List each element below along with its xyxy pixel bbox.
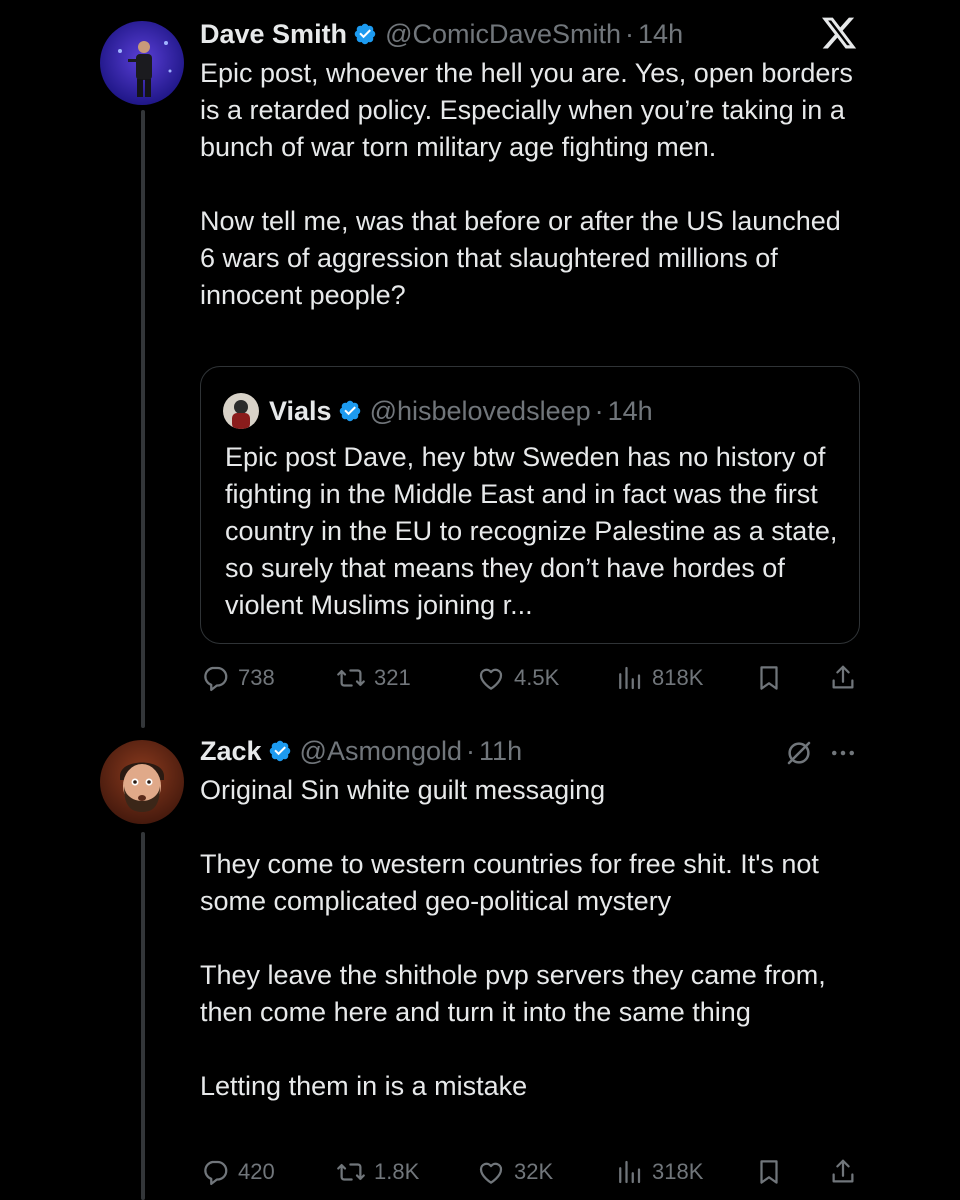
share-button[interactable] [828, 658, 858, 698]
avatar[interactable] [100, 21, 184, 105]
quote-text: Epic post Dave, hey btw Sweden has no hi… [225, 439, 845, 624]
tweet-text: Original Sin white guilt messaging They … [200, 772, 860, 1105]
separator-dot: · [466, 735, 476, 766]
verified-badge-icon [338, 399, 362, 423]
bookmark-icon [760, 666, 778, 690]
reply-count: 420 [238, 1159, 275, 1184]
repost-icon [337, 1163, 365, 1181]
repost-icon [337, 669, 365, 687]
tweet-paragraph: Now tell me, was that before or after th… [200, 206, 841, 310]
bookmark-button[interactable] [754, 1152, 784, 1192]
share-icon [832, 665, 854, 689]
author-name[interactable]: Dave Smith [200, 19, 347, 50]
tweet-text: Epic post, whoever the hell you are. Yes… [200, 55, 860, 314]
views-button[interactable]: 318K [614, 1152, 703, 1192]
avatar[interactable] [100, 740, 184, 824]
repost-button[interactable]: 321 [336, 658, 411, 698]
like-count: 32K [514, 1159, 554, 1184]
reply-icon [204, 666, 228, 691]
author-name[interactable]: Zack [200, 736, 262, 767]
quote-avatar[interactable] [223, 393, 259, 429]
heart-icon [479, 1162, 503, 1184]
tweet-paragraph: Epic post, whoever the hell you are. Yes… [200, 58, 853, 162]
bookmark-button[interactable] [754, 658, 784, 698]
quoted-tweet[interactable]: Vials @hisbelovedsleep · 14h Epic post D… [200, 366, 860, 644]
verified-badge-icon [268, 739, 292, 763]
quote-header: Vials @hisbelovedsleep · 14h [269, 395, 653, 427]
heart-icon [479, 668, 503, 690]
quote-paragraph: Epic post Dave, hey btw Sweden has no hi… [225, 442, 838, 620]
views-icon [619, 666, 641, 690]
reply-button[interactable]: 420 [200, 1152, 275, 1192]
repost-button[interactable]: 1.8K [336, 1152, 419, 1192]
views-icon [619, 1160, 641, 1184]
view-count: 818K [652, 665, 704, 690]
quote-timestamp[interactable]: 14h [608, 396, 653, 427]
tweet-header: Dave Smith @ComicDaveSmith · 14h [200, 17, 683, 51]
views-button[interactable]: 818K [614, 658, 703, 698]
tweet-paragraph: Letting them in is a mistake [200, 1071, 528, 1101]
thread-line [141, 110, 145, 728]
tweet-paragraph: They leave the shithole pvp servers they… [200, 960, 826, 1027]
like-button[interactable]: 4.5K [476, 658, 559, 698]
tweet-dave-smith[interactable]: Dave Smith @ComicDaveSmith · 14h Epic po… [84, 0, 876, 728]
like-button[interactable]: 32K [476, 1152, 553, 1192]
action-bar: 738 321 4.5K 818K [200, 658, 860, 698]
repost-count: 321 [374, 665, 411, 690]
timestamp[interactable]: 14h [638, 19, 683, 50]
quote-author-name[interactable]: Vials [269, 396, 332, 427]
tweet-paragraph: Original Sin white guilt messaging [200, 775, 606, 805]
thread-line [141, 832, 145, 1200]
author-handle[interactable]: @Asmongold [300, 736, 463, 767]
quote-author-handle[interactable]: @hisbelovedsleep [370, 396, 591, 427]
action-bar: 420 1.8K 32K 318K [200, 1152, 860, 1192]
tweet-header: Zack @Asmongold · 11h [200, 734, 522, 768]
share-icon [832, 1159, 854, 1183]
separator-dot: · [594, 395, 604, 426]
reply-button[interactable]: 738 [200, 658, 275, 698]
tweet-zack[interactable]: Zack @Asmongold · 11h Original Sin white… [84, 728, 876, 1200]
x-logo-icon [820, 14, 858, 52]
like-count: 4.5K [514, 665, 560, 690]
reply-icon [204, 1160, 228, 1185]
timestamp[interactable]: 11h [479, 736, 522, 767]
view-count: 318K [652, 1159, 704, 1184]
separator-dot: · [625, 18, 635, 49]
tweet-thread: Dave Smith @ComicDaveSmith · 14h Epic po… [84, 0, 876, 1200]
share-button[interactable] [828, 1152, 858, 1192]
reply-count: 738 [238, 665, 275, 690]
tweet-paragraph: They come to western countries for free … [200, 849, 819, 916]
more-icon[interactable] [828, 738, 858, 768]
repost-count: 1.8K [374, 1159, 420, 1184]
mute-icon[interactable] [784, 738, 814, 768]
verified-badge-icon [353, 22, 377, 46]
bookmark-icon [760, 1160, 778, 1184]
author-handle[interactable]: @ComicDaveSmith [385, 19, 621, 50]
